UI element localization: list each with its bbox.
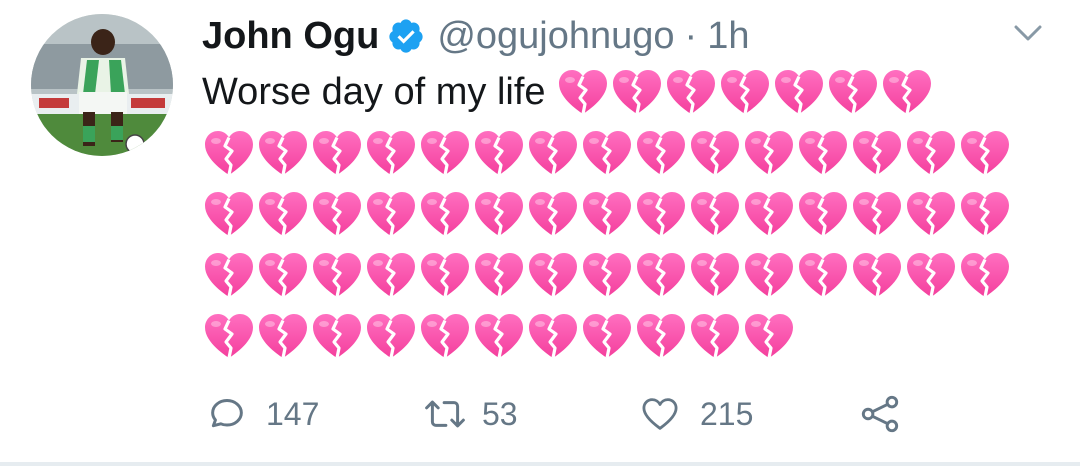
separator-dot: ·	[684, 14, 698, 57]
broken-heart-icon	[526, 245, 580, 306]
broken-heart-icon	[826, 62, 880, 123]
broken-heart-icon	[526, 123, 580, 184]
author-handle[interactable]: @ogujohnugo	[437, 15, 674, 58]
broken-heart-icon	[580, 306, 634, 367]
broken-heart-icon	[472, 306, 526, 367]
broken-heart-icon	[310, 306, 364, 367]
broken-heart-icon	[634, 245, 688, 306]
avatar[interactable]	[31, 14, 173, 156]
broken-heart-icon	[472, 245, 526, 306]
divider	[0, 462, 1080, 466]
broken-heart-icon	[958, 184, 1012, 245]
broken-heart-icon	[580, 123, 634, 184]
reply-icon	[206, 393, 248, 435]
broken-heart-icon	[202, 306, 256, 367]
broken-heart-icon	[688, 123, 742, 184]
broken-heart-icon	[742, 123, 796, 184]
broken-heart-icon	[880, 62, 934, 123]
broken-heart-icon	[850, 245, 904, 306]
broken-heart-icon	[310, 184, 364, 245]
broken-heart-icon	[256, 306, 310, 367]
share-icon	[858, 392, 902, 436]
broken-heart-icon	[256, 184, 310, 245]
reply-count: 147	[266, 395, 320, 432]
broken-heart-icon	[688, 184, 742, 245]
broken-heart-icon	[202, 123, 256, 184]
tweet-actions: 147 53 215	[0, 386, 1080, 442]
heart-outline-icon	[638, 393, 682, 435]
broken-heart-icon	[364, 306, 418, 367]
tweet-card[interactable]: John Ogu @ogujohnugo · 1h Worse day of m…	[0, 0, 1080, 462]
broken-heart-icon	[364, 184, 418, 245]
broken-heart-icon	[256, 123, 310, 184]
broken-heart-icon	[310, 245, 364, 306]
broken-heart-icon	[472, 123, 526, 184]
broken-heart-icon	[742, 245, 796, 306]
broken-heart-icon	[634, 184, 688, 245]
broken-heart-icon	[796, 245, 850, 306]
broken-heart-icon	[796, 123, 850, 184]
broken-heart-icon	[904, 123, 958, 184]
reply-button[interactable]: 147	[206, 386, 319, 442]
chevron-down-icon[interactable]	[1008, 18, 1048, 48]
broken-heart-icon	[664, 62, 718, 123]
broken-heart-icon	[580, 245, 634, 306]
tweet-text: Worse day of my life	[202, 62, 1022, 367]
broken-heart-icon	[958, 123, 1012, 184]
verified-badge-icon	[387, 17, 425, 55]
broken-heart-icon	[958, 245, 1012, 306]
share-button[interactable]	[858, 386, 902, 442]
broken-heart-icon	[364, 123, 418, 184]
broken-heart-icon	[610, 62, 664, 123]
tweet-text-words: Worse day of my life	[202, 71, 546, 113]
broken-heart-icon	[310, 123, 364, 184]
broken-heart-icon	[634, 306, 688, 367]
broken-heart-icon	[718, 62, 772, 123]
footballer-avatar-icon	[31, 14, 173, 156]
like-button[interactable]: 215	[638, 386, 753, 442]
broken-heart-icon	[742, 184, 796, 245]
broken-heart-icon	[202, 245, 256, 306]
broken-heart-icon	[418, 184, 472, 245]
broken-heart-icon	[418, 123, 472, 184]
broken-heart-icon	[202, 184, 256, 245]
broken-heart-icon	[472, 184, 526, 245]
retweet-icon	[422, 393, 468, 435]
retweet-button[interactable]: 53	[422, 386, 518, 442]
broken-heart-icon	[364, 245, 418, 306]
author-name[interactable]: John Ogu	[202, 15, 379, 58]
broken-heart-icon	[556, 62, 610, 123]
broken-heart-icon	[904, 184, 958, 245]
broken-heart-icon	[772, 62, 826, 123]
broken-heart-icon	[418, 245, 472, 306]
broken-heart-icon	[688, 306, 742, 367]
broken-heart-icon	[688, 245, 742, 306]
broken-heart-icon	[526, 306, 580, 367]
broken-heart-icon	[850, 123, 904, 184]
broken-heart-icon	[418, 306, 472, 367]
broken-heart-icon	[904, 245, 958, 306]
broken-heart-icon	[796, 184, 850, 245]
tweet-timestamp[interactable]: 1h	[707, 15, 749, 58]
broken-heart-icon	[850, 184, 904, 245]
broken-heart-icon	[742, 306, 796, 367]
broken-heart-icon	[526, 184, 580, 245]
broken-heart-icon	[256, 245, 310, 306]
broken-heart-icon	[634, 123, 688, 184]
like-count: 215	[700, 395, 754, 432]
tweet-header: John Ogu @ogujohnugo · 1h	[202, 10, 749, 62]
retweet-count: 53	[482, 395, 518, 432]
broken-heart-icon	[580, 184, 634, 245]
